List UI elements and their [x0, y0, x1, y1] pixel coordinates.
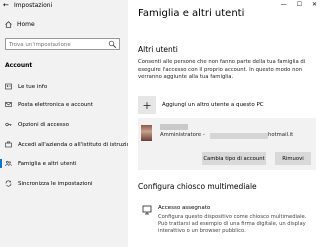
sidebar-item-email-accounts[interactable]: Posta elettronica e account — [0, 98, 128, 111]
page-title: Famiglia e altri utenti — [138, 8, 245, 19]
close-button[interactable]: ✕ — [312, 1, 317, 8]
sidebar-item-label: Posta elettronica e account — [18, 101, 93, 108]
account-role: Amministratore - — [160, 132, 205, 138]
briefcase-icon — [5, 141, 12, 148]
account-email-suffix: hotmail.it — [268, 132, 294, 138]
plus-icon: + — [138, 96, 156, 114]
sidebar-item-family-users[interactable]: Famiglia e altri utenti — [0, 157, 128, 170]
avatar — [141, 125, 152, 141]
other-users-heading: Altri utenti — [138, 45, 178, 54]
search-input[interactable] — [9, 40, 104, 49]
sidebar-item-your-info[interactable]: Le tue info — [0, 80, 128, 93]
sidebar-item-sync-settings[interactable]: Sincronizza le impostazioni — [0, 177, 128, 190]
kiosk-heading: Configura chiosco multimediale — [138, 182, 257, 191]
add-user-label: Aggiungi un altro utente a questo PC — [162, 102, 264, 108]
maximize-button[interactable]: ☐ — [297, 1, 302, 8]
main-content: — ☐ ✕ Famiglia e altri utenti Altri uten… — [128, 0, 320, 247]
search-icon[interactable] — [108, 40, 117, 49]
user-account-panel[interactable]: Amministratore - hotmail.it Cambia tipo … — [138, 118, 316, 170]
sidebar-item-label: Le tue info — [18, 83, 48, 90]
key-icon — [5, 121, 12, 128]
mail-icon — [5, 101, 12, 108]
active-indicator — [0, 159, 2, 168]
section-heading: Account — [5, 62, 33, 69]
sidebar-item-label: Sincronizza le impostazioni — [18, 180, 93, 187]
account-email-redacted — [210, 133, 268, 139]
settings-search[interactable] — [5, 38, 120, 50]
sidebar-item-label: Accedi all'azienda o all'istituto di ist… — [18, 141, 137, 148]
sidebar: ← Impostazioni Home Account Le tue info … — [0, 0, 137, 247]
add-user-button[interactable]: + Aggiungi un altro utente a questo PC — [138, 96, 308, 116]
assigned-access-description: Configura questo dispositivo come chiosc… — [158, 214, 307, 234]
account-name-redacted — [160, 124, 188, 130]
kiosk-monitor-icon — [142, 205, 152, 215]
sidebar-item-work-school[interactable]: Accedi all'azienda o all'istituto di ist… — [0, 138, 137, 151]
sidebar-item-sign-in-options[interactable]: Opzioni di accesso — [0, 118, 128, 131]
sidebar-item-label: Opzioni di accesso — [18, 121, 70, 128]
minimize-button[interactable]: — — [281, 1, 287, 8]
home-label: Home — [17, 20, 35, 28]
home-icon — [5, 20, 12, 28]
app-title: Impostazioni — [14, 2, 53, 9]
home-link[interactable]: Home — [5, 19, 35, 29]
change-account-type-button[interactable]: Cambia tipo di account — [202, 152, 266, 165]
remove-button[interactable]: Rimuovi — [275, 152, 311, 165]
assigned-access-link[interactable]: Accesso assegnato — [158, 205, 210, 211]
other-users-description: Consenti alle persone che non fanno part… — [138, 59, 306, 80]
sync-icon — [5, 180, 12, 187]
window-controls: — ☐ ✕ — [281, 1, 317, 8]
title-bar: ← Impostazioni — [0, 0, 128, 12]
sidebar-item-label: Famiglia e altri utenti — [18, 160, 77, 167]
person-card-icon — [5, 83, 12, 90]
people-icon — [5, 160, 12, 167]
back-arrow-icon[interactable]: ← — [3, 1, 9, 9]
